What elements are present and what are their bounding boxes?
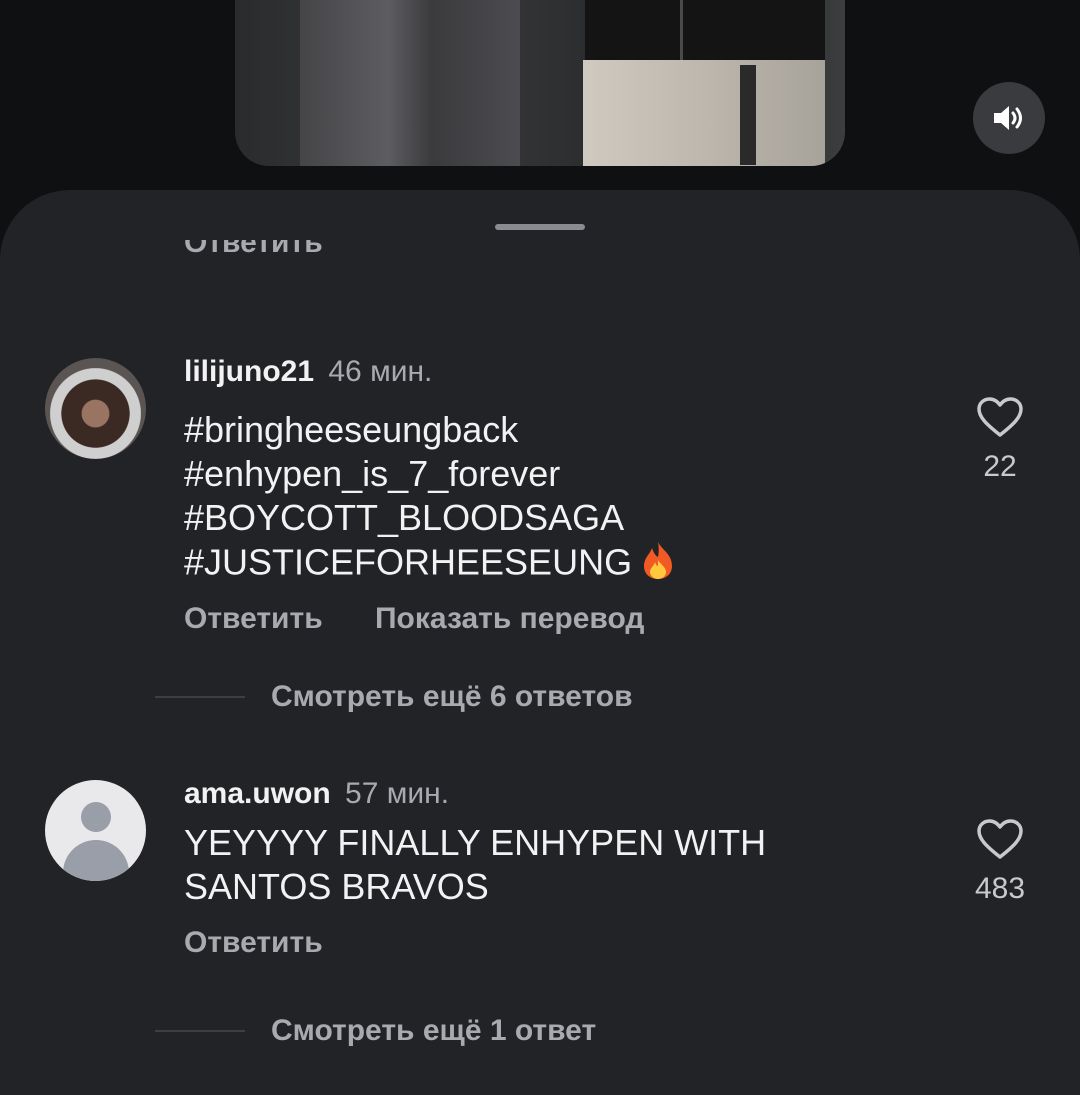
thread-line (155, 696, 245, 698)
comment-text: YEYYYY FINALLY ENHYPEN WITH SANTOS BRAVO… (184, 821, 884, 909)
like-count: 483 (974, 872, 1026, 905)
avatar[interactable] (45, 780, 146, 881)
fire-icon (640, 540, 676, 590)
comment-time: 46 мин. (328, 355, 433, 388)
avatar[interactable] (45, 358, 146, 459)
default-avatar-head (81, 802, 111, 832)
comment-line: #BOYCOTT_BLOODSAGA (184, 497, 625, 538)
video-strap (740, 65, 756, 165)
show-translation-button[interactable]: Показать перевод (375, 602, 644, 635)
comment-line: #enhypen_is_7_forever (184, 453, 561, 494)
heart-icon (977, 397, 1023, 437)
video-figure-left (300, 0, 520, 166)
sheet-drag-handle[interactable] (495, 224, 585, 230)
video-preview[interactable] (235, 0, 845, 166)
comment-meta: lilijuno21 46 мин. (184, 354, 432, 390)
view-more-replies-label[interactable]: Смотреть ещё 1 ответ (271, 1014, 596, 1048)
view-more-replies[interactable]: Смотреть ещё 1 ответ (155, 1014, 596, 1048)
comment-text: #bringheeseungback #enhypen_is_7_forever… (184, 408, 884, 590)
cut-off-reply-link[interactable]: Ответить (184, 240, 323, 264)
comment-meta: ama.uwon 57 мин. (184, 776, 449, 812)
like-button[interactable]: 483 (960, 818, 1040, 906)
reply-button[interactable]: Ответить (184, 602, 323, 635)
comment-line: #bringheeseungback (184, 409, 519, 450)
like-count: 22 (983, 450, 1017, 483)
thread-line (155, 1030, 245, 1032)
comment-line: SANTOS BRAVOS (184, 866, 489, 907)
sound-toggle-button[interactable] (973, 82, 1045, 154)
comment-actions: Ответить Показать перевод (184, 602, 688, 636)
video-figure-right-pants (583, 60, 825, 166)
view-more-replies-label[interactable]: Смотреть ещё 6 ответов (271, 680, 633, 714)
comment-line: #JUSTICEFORHEESEUNG (184, 541, 633, 583)
default-avatar-body (63, 840, 129, 881)
comment-username[interactable]: lilijuno21 (184, 355, 314, 388)
comment-actions: Ответить (184, 926, 367, 960)
view-more-replies[interactable]: Смотреть ещё 6 ответов (155, 680, 633, 714)
comments-sheet: Ответить lilijuno21 46 мин. #bringheeseu… (0, 190, 1080, 1095)
like-button[interactable]: 22 (960, 396, 1040, 484)
comment-line: YEYYYY FINALLY ENHYPEN WITH (184, 822, 767, 863)
reply-button[interactable]: Ответить (184, 926, 323, 959)
comment-username[interactable]: ama.uwon (184, 777, 331, 810)
speaker-icon (994, 106, 1022, 130)
comment-time: 57 мин. (345, 777, 450, 810)
heart-icon (977, 819, 1023, 859)
